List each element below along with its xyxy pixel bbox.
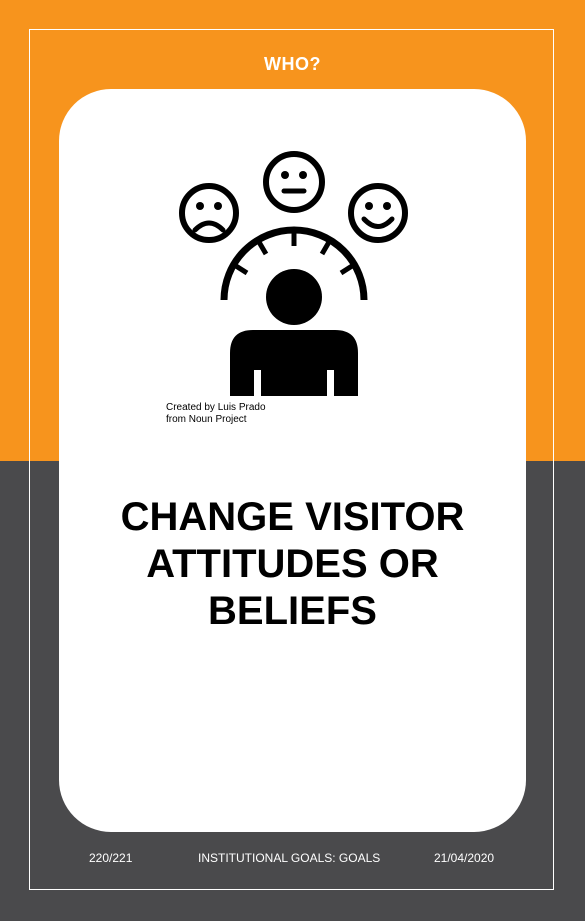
title-line-1: CHANGE VISITOR: [120, 495, 465, 539]
icon-credit: Created by Luis Prado from Noun Project: [166, 402, 266, 426]
title-line-2: ATTITUDES OR: [146, 542, 439, 586]
audience-attitude-gauge-icon: [174, 148, 414, 398]
category-label: WHO?: [264, 54, 321, 74]
neutral-face-icon: [263, 151, 325, 213]
sad-face-icon: [179, 183, 239, 243]
card-title: CHANGE VISITOR ATTITUDES OR BELIEFS: [59, 494, 526, 635]
page-number: 220/221: [89, 851, 133, 865]
credit-line-source: from Noun Project: [166, 414, 247, 425]
happy-face-icon: [348, 183, 408, 243]
date-label: 21/04/2020: [434, 851, 495, 865]
credit-line-author: Created by Luis Prado: [166, 402, 266, 413]
title-line-3: BELIEFS: [208, 589, 377, 633]
person-icon: [230, 269, 358, 396]
section-label: INSTITUTIONAL GOALS: GOALS: [198, 851, 381, 865]
